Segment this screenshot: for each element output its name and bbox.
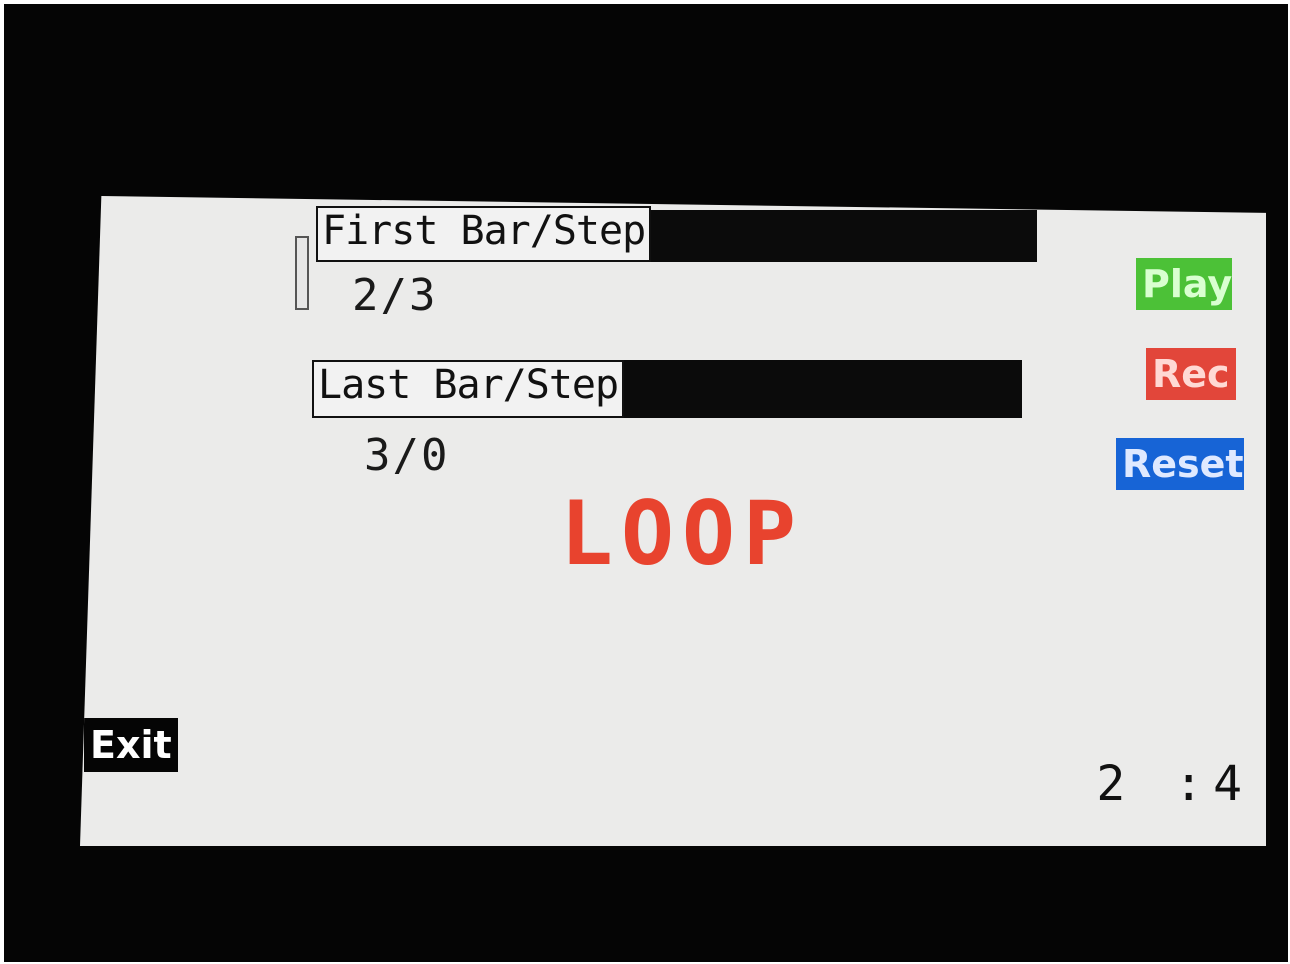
first-bar-step-header[interactable]: First Bar/Step (316, 206, 1038, 262)
position-readout: 2 :4 (1096, 756, 1252, 812)
first-bar-step-value[interactable]: 2/3 (352, 270, 437, 321)
first-bar-step-label: First Bar/Step (316, 206, 652, 262)
last-bar-step-value[interactable]: 3/0 (364, 430, 449, 481)
last-bar-step-header[interactable]: Last Bar/Step (312, 360, 1023, 418)
reset-button[interactable]: Reset (1116, 438, 1244, 490)
device-bezel: First Bar/Step 2/3 Last Bar/Step 3/0 LOO… (4, 4, 1288, 962)
play-button[interactable]: Play (1136, 258, 1232, 310)
last-bar-step-label: Last Bar/Step (312, 360, 625, 418)
last-bar-step-bar (624, 360, 1023, 418)
rec-button[interactable]: Rec (1146, 348, 1236, 400)
device-screen: First Bar/Step 2/3 Last Bar/Step 3/0 LOO… (80, 196, 1266, 846)
first-bar-step-bar (651, 210, 1038, 262)
exit-button[interactable]: Exit (84, 718, 178, 772)
loop-mode-label: LOOP (560, 482, 804, 585)
scroll-handle[interactable] (295, 236, 309, 310)
